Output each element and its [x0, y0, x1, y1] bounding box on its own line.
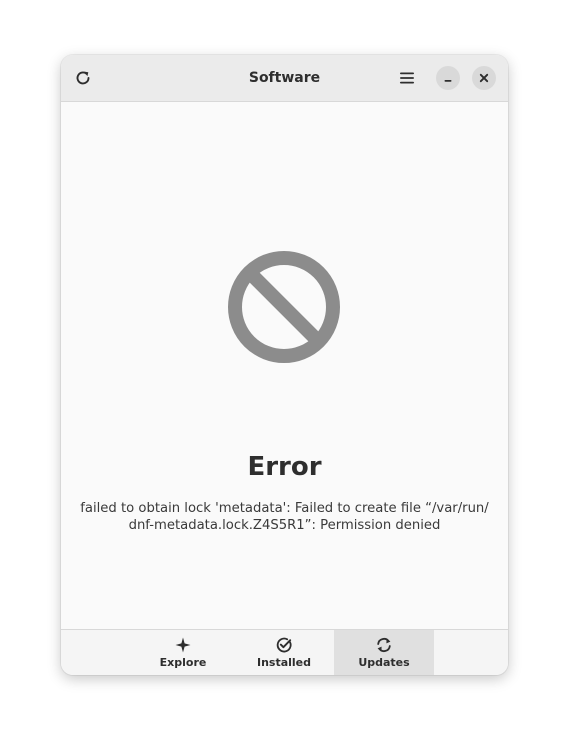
error-title: Error: [247, 452, 322, 482]
tab-updates-label: Updates: [358, 656, 410, 669]
error-page: Error failed to obtain lock 'metadata': …: [61, 102, 508, 629]
sync-icon: [377, 638, 391, 652]
close-button[interactable]: [472, 66, 496, 90]
minimize-button[interactable]: [436, 66, 460, 90]
view-switcher-bar: Explore Installed Updates: [61, 629, 508, 675]
software-window: Software Error failed to obtain lock 'me…: [61, 55, 508, 675]
tab-updates[interactable]: Updates: [334, 630, 434, 675]
error-message-line-2: dnf-metadata.lock.Z4S5R1”: Permission de…: [128, 518, 441, 533]
check-circle-icon: [276, 637, 292, 653]
hamburger-menu-icon: [400, 72, 414, 84]
sparkle-icon: [175, 637, 191, 653]
refresh-button[interactable]: [69, 64, 97, 92]
tab-explore-label: Explore: [159, 656, 207, 669]
tab-explore[interactable]: Explore: [133, 630, 233, 675]
minimize-icon: [444, 80, 452, 82]
header-bar: Software: [61, 55, 508, 102]
close-icon: [479, 73, 489, 83]
tab-installed-label: Installed: [256, 656, 312, 669]
tab-installed[interactable]: Installed: [234, 630, 334, 675]
refresh-icon: [76, 71, 90, 85]
error-message-line-1: failed to obtain lock 'metadata': Failed…: [80, 501, 489, 516]
main-menu-button[interactable]: [393, 64, 421, 92]
prohibited-icon: [228, 251, 340, 363]
error-message: failed to obtain lock 'metadata': Failed…: [75, 500, 494, 534]
